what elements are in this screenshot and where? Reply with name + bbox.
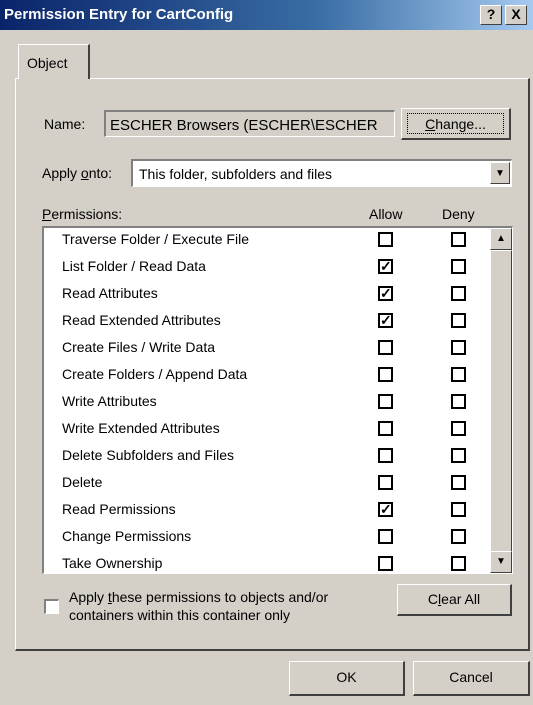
scroll-up-icon[interactable]: ▲	[490, 228, 512, 250]
apply-container-only-checkbox[interactable]	[44, 599, 59, 614]
deny-checkbox[interactable]	[451, 475, 466, 490]
list-item: List Folder / Read Data ✓	[44, 253, 484, 280]
deny-checkbox[interactable]	[451, 313, 466, 328]
scroll-down-icon[interactable]: ▼	[490, 551, 512, 573]
permission-name: List Folder / Read Data	[62, 258, 206, 274]
allow-checkbox[interactable]	[378, 556, 393, 571]
deny-checkbox[interactable]	[451, 286, 466, 301]
tab-object-label: Object	[27, 55, 68, 71]
list-item: Read Attributes ✓	[44, 280, 484, 307]
permission-name: Take Ownership	[62, 555, 163, 571]
allow-checkbox[interactable]	[378, 421, 393, 436]
name-label: Name:	[44, 116, 86, 132]
list-item: Delete Subfolders and Files	[44, 442, 484, 469]
apply-onto-label: Apply onto:	[42, 165, 113, 181]
allow-checkbox[interactable]	[378, 232, 393, 247]
permission-name: Write Attributes	[62, 393, 157, 409]
deny-checkbox[interactable]	[451, 502, 466, 517]
permission-name: Create Files / Write Data	[62, 339, 216, 355]
allow-checkbox[interactable]: ✓	[378, 285, 393, 301]
scroll-thumb[interactable]	[490, 250, 512, 552]
tab-object[interactable]: Object	[18, 44, 90, 79]
deny-checkbox[interactable]	[451, 232, 466, 247]
apply-onto-select[interactable]: This folder, subfolders and files ▼	[131, 159, 512, 187]
name-field: ESCHER Browsers (ESCHER\ESCHER	[104, 110, 395, 137]
deny-checkbox[interactable]	[451, 259, 466, 274]
permission-name: Delete	[62, 474, 103, 490]
permission-name: Delete Subfolders and Files	[62, 447, 234, 463]
allow-checkbox[interactable]	[378, 529, 393, 544]
allow-checkbox[interactable]: ✓	[378, 258, 393, 274]
list-item: Read Extended Attributes ✓	[44, 307, 484, 334]
help-icon: ?	[486, 6, 496, 22]
deny-checkbox[interactable]	[451, 367, 466, 382]
permissions-list[interactable]: Traverse Folder / Execute File List Folde…	[42, 226, 513, 574]
allow-checkbox[interactable]	[378, 340, 393, 355]
permission-name: Read Extended Attributes	[62, 312, 221, 328]
window-title: Permission Entry for CartConfig	[4, 6, 234, 23]
list-item: Take Ownership	[44, 550, 484, 573]
checkmark-icon: ✓	[380, 312, 392, 328]
change-button-label: Change...	[407, 113, 504, 134]
name-value: ESCHER Browsers (ESCHER\ESCHER	[110, 117, 378, 134]
deny-checkbox[interactable]	[451, 448, 466, 463]
list-item: Create Folders / Append Data	[44, 361, 484, 388]
list-item: Create Files / Write Data	[44, 334, 484, 361]
chevron-down-icon[interactable]: ▼	[490, 162, 510, 184]
permission-name: Read Permissions	[62, 501, 176, 517]
deny-checkbox[interactable]	[451, 394, 466, 409]
permission-name: Write Extended Attributes	[62, 420, 220, 436]
allow-checkbox[interactable]	[378, 367, 393, 382]
allow-checkbox[interactable]: ✓	[378, 501, 393, 517]
list-item: Traverse Folder / Execute File	[44, 228, 484, 253]
allow-checkbox[interactable]	[378, 448, 393, 463]
permission-name: Change Permissions	[62, 528, 192, 544]
permission-name: Traverse Folder / Execute File	[62, 231, 249, 247]
allow-checkbox[interactable]: ✓	[378, 312, 393, 328]
list-item: Delete	[44, 469, 484, 496]
checkmark-icon: ✓	[380, 285, 392, 301]
apply-onto-value: This folder, subfolders and files	[139, 166, 332, 182]
deny-checkbox[interactable]	[451, 529, 466, 544]
permissions-header: Permissions:	[42, 206, 123, 222]
scrollbar[interactable]: ▲ ▼	[490, 228, 512, 573]
list-item: Write Extended Attributes	[44, 415, 484, 442]
apply-container-only-label: Apply these permissions to objects and/o…	[69, 589, 329, 623]
list-item: Change Permissions	[44, 523, 484, 550]
ok-button[interactable]: OK	[289, 661, 405, 696]
deny-checkbox[interactable]	[451, 556, 466, 571]
close-button[interactable]: X	[505, 5, 527, 25]
cancel-button[interactable]: Cancel	[413, 661, 530, 696]
help-button[interactable]: ?	[480, 5, 502, 25]
list-item: Read Permissions ✓	[44, 496, 484, 523]
deny-checkbox[interactable]	[451, 421, 466, 436]
permission-name: Create Folders / Append Data	[62, 366, 248, 382]
allow-checkbox[interactable]	[378, 394, 393, 409]
allow-header: Allow	[369, 206, 403, 222]
change-button[interactable]: Change...	[401, 108, 511, 140]
title-bar: Permission Entry for CartConfig ? X	[0, 0, 533, 30]
permission-name: Read Attributes	[62, 285, 158, 301]
allow-checkbox[interactable]	[378, 475, 393, 490]
apply-container-only-line2: containers within this container only	[69, 607, 291, 623]
clear-all-button[interactable]: Clear All	[397, 584, 512, 616]
deny-header: Deny	[442, 206, 475, 222]
checkmark-icon: ✓	[380, 501, 392, 517]
checkmark-icon: ✓	[380, 258, 392, 274]
list-item: Write Attributes	[44, 388, 484, 415]
deny-checkbox[interactable]	[451, 340, 466, 355]
close-icon: X	[511, 6, 521, 22]
